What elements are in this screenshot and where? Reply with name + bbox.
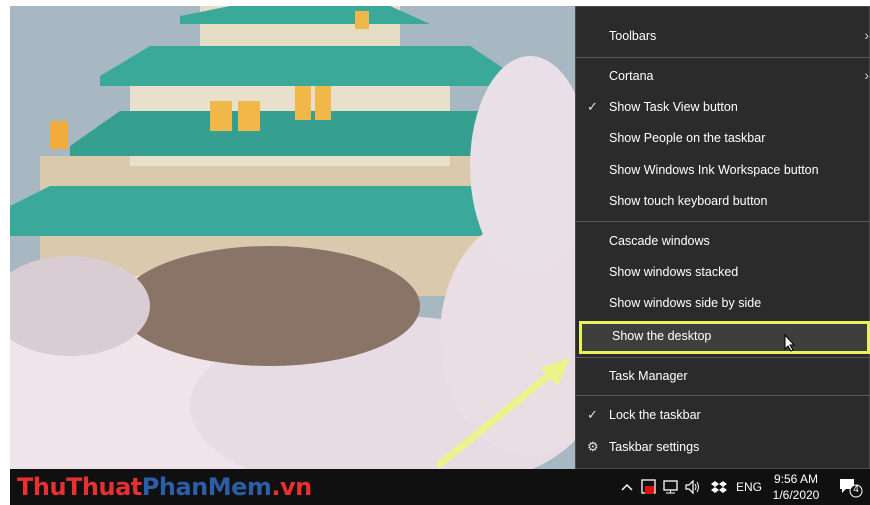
menu-item-show-task-view[interactable]: ✓ Show Task View button	[576, 92, 869, 122]
menu-item-show-ink-workspace[interactable]: Show Windows Ink Workspace button	[576, 155, 869, 185]
clock-date: 1/6/2020	[772, 488, 820, 502]
menu-item-label: Show touch keyboard button	[609, 194, 768, 208]
chevron-up-icon[interactable]	[618, 478, 636, 496]
menu-item-windows-side-by-side[interactable]: Show windows side by side	[576, 288, 869, 318]
dropbox-icon[interactable]	[710, 478, 728, 496]
menu-item-label: Show Task View button	[609, 100, 738, 114]
watermark-logo: ThuThuatPhanMem.vn	[17, 473, 312, 501]
menu-separator	[576, 395, 869, 396]
menu-separator	[576, 57, 869, 58]
menu-item-label: Lock the taskbar	[609, 408, 701, 422]
clock-time: 9:56 AM	[773, 472, 819, 486]
app-icon[interactable]	[640, 478, 658, 496]
menu-item-task-manager[interactable]: Task Manager	[576, 361, 869, 391]
menu-item-show-desktop[interactable]: Show the desktop	[579, 321, 870, 354]
chevron-right-icon: ›	[864, 27, 869, 43]
clock[interactable]: 9:56 AM 1/6/2020	[767, 471, 825, 503]
menu-item-label: Cortana	[609, 69, 654, 83]
menu-item-cascade-windows[interactable]: Cascade windows	[576, 226, 869, 256]
volume-icon[interactable]	[684, 478, 702, 496]
menu-separator	[576, 357, 869, 358]
chevron-right-icon: ›	[864, 67, 869, 83]
language-indicator[interactable]: ENG	[736, 480, 762, 494]
menu-item-label: Task Manager	[609, 369, 688, 383]
menu-item-label: Show windows side by side	[609, 296, 762, 310]
menu-item-windows-stacked[interactable]: Show windows stacked	[576, 257, 869, 287]
taskbar-context-menu: Toolbars › Cortana › ✓ Show Task View bu…	[575, 6, 870, 469]
network-icon[interactable]	[662, 478, 680, 496]
menu-item-toolbars[interactable]: Toolbars ›	[576, 21, 869, 51]
mouse-cursor-icon	[784, 334, 796, 352]
menu-item-label: Cascade windows	[609, 234, 710, 248]
gear-icon: ⚙	[587, 439, 599, 454]
menu-item-show-touch-keyboard[interactable]: Show touch keyboard button	[576, 186, 869, 216]
menu-item-show-people[interactable]: Show People on the taskbar	[576, 123, 869, 153]
notification-count: 4	[853, 484, 859, 495]
menu-item-lock-taskbar[interactable]: ✓ Lock the taskbar	[576, 400, 869, 430]
menu-item-label: Show windows stacked	[609, 265, 739, 279]
menu-item-label: Show People on the taskbar	[609, 131, 766, 145]
action-center-button[interactable]: 4	[837, 476, 863, 498]
menu-item-cortana[interactable]: Cortana ›	[576, 61, 869, 91]
menu-separator	[576, 221, 869, 222]
menu-item-label: Show Windows Ink Workspace button	[609, 163, 819, 177]
menu-item-label: Show the desktop	[612, 329, 712, 343]
checkmark-icon: ✓	[587, 99, 598, 114]
checkmark-icon: ✓	[587, 407, 598, 422]
menu-item-taskbar-settings[interactable]: ⚙ Taskbar settings	[576, 432, 869, 462]
menu-item-label: Toolbars	[609, 29, 657, 43]
menu-item-label: Taskbar settings	[609, 440, 700, 454]
taskbar[interactable]: ThuThuatPhanMem.vn ENG 9:56 AM 1/6/2020 …	[10, 469, 870, 505]
